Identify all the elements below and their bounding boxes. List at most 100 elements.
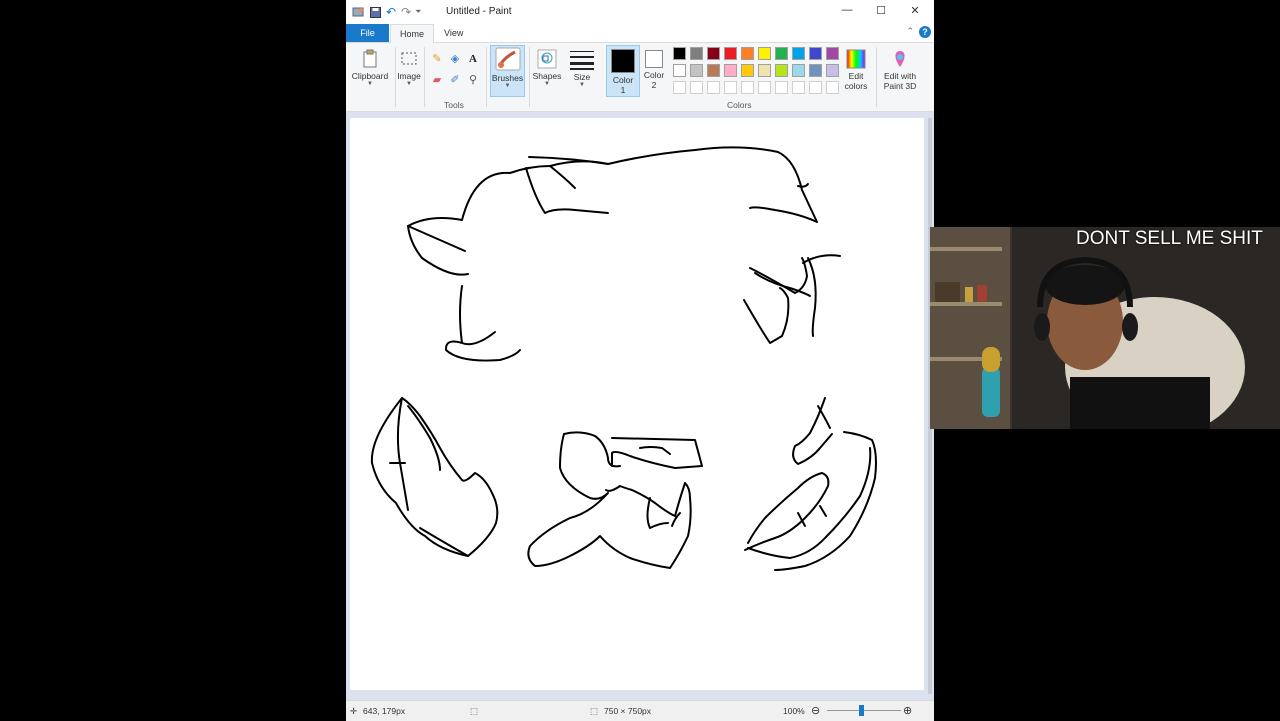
color-spectrum-icon (846, 49, 866, 69)
colors-group-label: Colors (727, 100, 752, 110)
paint3d-label-1: Edit with (883, 71, 917, 81)
edit-colors-label-1: Edit (848, 71, 864, 81)
palette-swatch[interactable] (826, 47, 839, 60)
stream-overlay-text: DONT SELL ME SHIT (1076, 228, 1263, 249)
palette-swatch[interactable] (809, 47, 822, 60)
maximize-button[interactable]: ☐ (866, 4, 896, 20)
quick-access-toolbar: ↶ ↷ ⏷ (352, 5, 422, 19)
size-label: Size (573, 72, 591, 82)
shapes-icon (537, 49, 557, 69)
custom-color-slot[interactable] (673, 81, 686, 94)
color2-label: Color (643, 70, 665, 80)
webcam-feed (930, 227, 1280, 429)
chevron-down-icon: ▼ (367, 81, 373, 87)
chevron-down-icon: ▼ (504, 83, 511, 89)
color-picker-icon[interactable]: ✐ (448, 73, 462, 87)
zoom-slider-thumb[interactable] (859, 705, 864, 716)
custom-color-slot[interactable] (775, 81, 788, 94)
palette-swatch[interactable] (826, 64, 839, 77)
fill-bucket-icon[interactable]: ◈ (448, 52, 462, 66)
eraser-icon[interactable]: ▰ (430, 73, 444, 87)
palette-swatch[interactable] (758, 47, 771, 60)
palette-swatch[interactable] (707, 47, 720, 60)
ribbon: Clipboard ▼ Image ▼ ✎ ◈ A ▰ ✐ ⚲ Tools Br… (346, 43, 934, 112)
size-button[interactable]: Size ▼ (566, 47, 598, 88)
clipboard-label: Clipboard (351, 71, 389, 81)
clipboard-button[interactable]: Clipboard ▼ (349, 47, 391, 87)
palette-swatch[interactable] (724, 47, 737, 60)
streamer-webcam-image (930, 227, 1280, 429)
tab-home[interactable]: Home (390, 24, 435, 43)
palette-swatch[interactable] (673, 47, 686, 60)
custom-color-slot[interactable] (690, 81, 703, 94)
divider (424, 47, 425, 107)
color1-button[interactable]: Color 1 (606, 45, 640, 97)
brushes-button[interactable]: Brushes ▼ (490, 45, 525, 97)
divider (876, 47, 877, 107)
palette-swatch[interactable] (741, 64, 754, 77)
select-icon (401, 52, 417, 65)
status-bar: ✛ 643, 179px ⬚ ⬚ 750 × 750px 100% ⊖ ⊕ (346, 700, 934, 721)
menu-bar: File Home View ⌃ ? (346, 24, 934, 43)
palette-swatch[interactable] (741, 47, 754, 60)
chevron-down-icon: ▼ (579, 82, 585, 88)
custom-color-slot[interactable] (724, 81, 737, 94)
canvas-area (346, 112, 934, 700)
palette-swatch[interactable] (758, 64, 771, 77)
palette-swatch[interactable] (673, 64, 686, 77)
color1-label: Color (612, 75, 634, 85)
collapse-ribbon-icon[interactable]: ⌃ (906, 26, 914, 37)
edit-colors-label-2: colors (844, 81, 868, 91)
close-button[interactable]: ✕ (900, 4, 930, 20)
zoom-slider[interactable] (827, 710, 901, 711)
cursor-position-icon: ✛ (350, 706, 358, 716)
file-menu[interactable]: File (346, 24, 389, 42)
selection-size-icon: ⬚ (470, 706, 479, 716)
palette-swatch[interactable] (792, 64, 805, 77)
custom-color-slot[interactable] (707, 81, 720, 94)
customize-quick-access-icon[interactable]: ⏷ (415, 7, 421, 17)
text-icon[interactable]: A (466, 52, 480, 66)
brush-icon (495, 47, 520, 71)
color2-button[interactable]: Color 2 (641, 46, 667, 90)
zoom-in-button[interactable]: ⊕ (903, 704, 912, 717)
palette-swatch[interactable] (775, 47, 788, 60)
cursor-position: 643, 179px (363, 706, 406, 716)
pencil-icon[interactable]: ✎ (430, 52, 444, 66)
save-icon[interactable] (370, 6, 381, 18)
color1-number: 1 (620, 85, 626, 95)
redo-icon[interactable]: ↷ (401, 5, 411, 19)
palette-swatch[interactable] (690, 64, 703, 77)
zoom-out-button[interactable]: ⊖ (811, 704, 820, 717)
magnifier-icon[interactable]: ⚲ (466, 73, 480, 87)
brushes-label: Brushes (491, 73, 524, 83)
color2-swatch (645, 50, 663, 68)
paint3d-icon (895, 51, 905, 67)
minimize-button[interactable]: — (832, 4, 862, 20)
custom-color-slot[interactable] (758, 81, 771, 94)
help-button[interactable]: ? (919, 26, 931, 38)
shapes-button[interactable]: Shapes ▼ (531, 47, 563, 87)
custom-color-slot[interactable] (826, 81, 839, 94)
palette-swatch[interactable] (792, 47, 805, 60)
divider (486, 47, 487, 107)
edit-colors-button[interactable]: Edit colors (841, 47, 871, 91)
custom-color-slot[interactable] (741, 81, 754, 94)
tab-view[interactable]: View (435, 24, 472, 42)
palette-swatch[interactable] (724, 64, 737, 77)
drawing-canvas[interactable] (350, 118, 924, 690)
divider (529, 47, 530, 107)
palette-swatch[interactable] (809, 64, 822, 77)
image-button[interactable]: Image ▼ (396, 47, 422, 87)
palette-swatch[interactable] (690, 47, 703, 60)
chevron-down-icon: ▼ (544, 81, 550, 87)
canvas-size: 750 × 750px (604, 706, 652, 716)
custom-color-slot[interactable] (792, 81, 805, 94)
palette-swatch[interactable] (775, 64, 788, 77)
clipboard-icon (363, 49, 377, 68)
edit-with-paint3d-button[interactable]: Edit with Paint 3D (879, 47, 921, 91)
custom-color-slot[interactable] (809, 81, 822, 94)
palette-swatch[interactable] (707, 64, 720, 77)
undo-icon[interactable]: ↶ (386, 5, 396, 19)
paint-window: ↶ ↷ ⏷ Untitled - Paint — ☐ ✕ File Home V… (346, 0, 934, 721)
